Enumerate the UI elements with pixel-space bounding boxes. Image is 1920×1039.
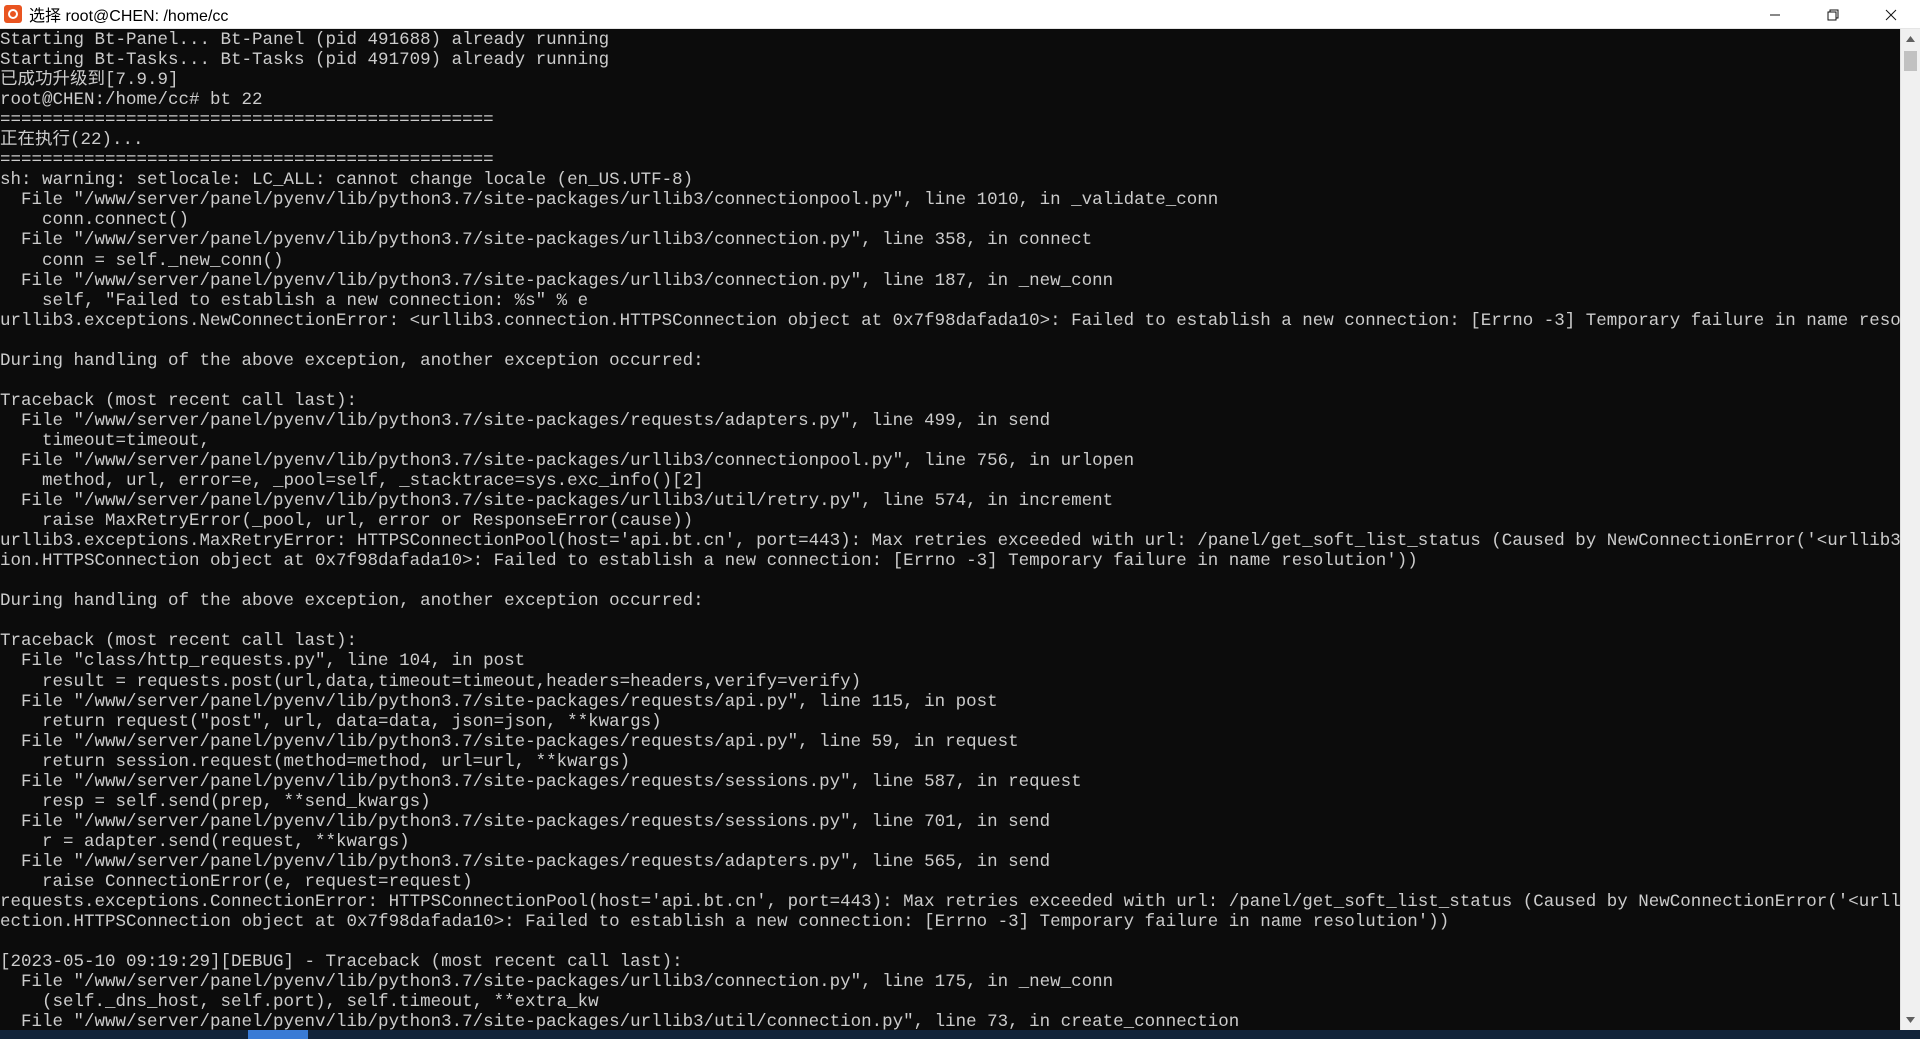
terminal-line: File "/www/server/panel/pyenv/lib/python… xyxy=(0,691,998,712)
restore-icon xyxy=(1827,9,1839,20)
terminal-line: File "/www/server/panel/pyenv/lib/python… xyxy=(0,811,1051,832)
terminal-line: Starting Bt-Panel... Bt-Panel (pid 49168… xyxy=(0,30,610,50)
terminal-line: File "/www/server/panel/pyenv/lib/python… xyxy=(0,450,1135,471)
scroll-down-icon[interactable] xyxy=(1901,1010,1920,1030)
terminal-line: self, "Failed to establish a new connect… xyxy=(0,290,589,311)
minimize-button[interactable] xyxy=(1746,0,1804,29)
minimize-icon xyxy=(1770,14,1780,15)
terminal-line: raise ConnectionError(e, request=request… xyxy=(0,871,473,892)
terminal-line: [2023-05-10 09:19:29][DEBUG] - Traceback… xyxy=(0,952,683,973)
window-title: 选择 root@CHEN: /home/cc xyxy=(29,8,229,25)
terminal-line: result = requests.post(url,data,timeout=… xyxy=(0,671,862,692)
terminal-line: File "/www/server/panel/pyenv/lib/python… xyxy=(0,851,1051,872)
ubuntu-icon xyxy=(4,5,22,23)
terminal-line: ========================================… xyxy=(0,110,494,131)
terminal-line: sh: warning: setlocale: LC_ALL: cannot c… xyxy=(0,170,694,191)
terminal-line: requests.exceptions.ConnectionError: HTT… xyxy=(0,892,1900,913)
terminal-line: root@CHEN:/home/cc# bt 22 xyxy=(0,90,263,111)
terminal-line: ection.HTTPSConnection object at 0x7f98d… xyxy=(0,912,1450,933)
scrollbar-thumb[interactable] xyxy=(1904,51,1917,71)
terminal-line: File "/www/server/panel/pyenv/lib/python… xyxy=(0,491,1114,512)
terminal-line: conn = self._new_conn() xyxy=(0,250,284,271)
terminal-line: urllib3.exceptions.NewConnectionError: <… xyxy=(0,310,1900,331)
terminal-line: return request("post", url, data=data, j… xyxy=(0,711,662,732)
terminal-line: File "/www/server/panel/pyenv/lib/python… xyxy=(0,1012,1240,1030)
terminal-line: timeout=timeout, xyxy=(0,430,211,451)
terminal-line: ========================================… xyxy=(0,150,494,171)
terminal-line: Traceback (most recent call last): xyxy=(0,631,358,652)
terminal-line: File "/www/server/panel/pyenv/lib/python… xyxy=(0,190,1219,211)
terminal-line: File "/www/server/panel/pyenv/lib/python… xyxy=(0,230,1093,251)
terminal-line: 已成功升级到[7.9.9] xyxy=(0,70,179,91)
terminal-line: urllib3.exceptions.MaxRetryError: HTTPSC… xyxy=(0,531,1900,552)
scroll-up-icon[interactable] xyxy=(1901,29,1920,49)
close-button[interactable] xyxy=(1862,0,1920,29)
terminal-line: During handling of the above exception, … xyxy=(0,350,704,371)
terminal-line: File "/www/server/panel/pyenv/lib/python… xyxy=(0,410,1051,431)
window-controls xyxy=(1746,0,1920,29)
terminal-line: File "/www/server/panel/pyenv/lib/python… xyxy=(0,731,1019,752)
terminal-line: File "/www/server/panel/pyenv/lib/python… xyxy=(0,270,1114,291)
terminal-line: r = adapter.send(request, **kwargs) xyxy=(0,831,410,852)
terminal-line: File "/www/server/panel/pyenv/lib/python… xyxy=(0,972,1114,993)
terminal-line: (self._dns_host, self.port), self.timeou… xyxy=(0,992,599,1013)
terminal-output[interactable]: Starting Bt-Panel... Bt-Panel (pid 49168… xyxy=(0,29,1900,1030)
restore-button[interactable] xyxy=(1804,0,1862,29)
terminal-line: raise MaxRetryError(_pool, url, error or… xyxy=(0,511,694,532)
terminal-line: resp = self.send(prep, **send_kwargs) xyxy=(0,791,431,812)
terminal-line: method, url, error=e, _pool=self, _stack… xyxy=(0,471,704,492)
terminal-line: File "class/http_requests.py", line 104,… xyxy=(0,651,526,672)
terminal-line: 正在执行(22)... xyxy=(0,130,144,151)
terminal-line: conn.connect() xyxy=(0,210,190,231)
close-icon xyxy=(1885,9,1897,20)
terminal-line: File "/www/server/panel/pyenv/lib/python… xyxy=(0,771,1082,792)
terminal-line: return session.request(method=method, ur… xyxy=(0,751,631,772)
terminal-line: ion.HTTPSConnection object at 0x7f98dafa… xyxy=(0,551,1418,572)
taskbar-active-indicator xyxy=(248,1030,308,1039)
title-bar: 选择 root@CHEN: /home/cc xyxy=(0,0,1920,29)
vertical-scrollbar[interactable] xyxy=(1900,29,1920,1030)
terminal-line: Traceback (most recent call last): xyxy=(0,390,358,411)
terminal-line: Starting Bt-Tasks... Bt-Tasks (pid 49170… xyxy=(0,50,610,71)
terminal-line: During handling of the above exception, … xyxy=(0,591,704,612)
